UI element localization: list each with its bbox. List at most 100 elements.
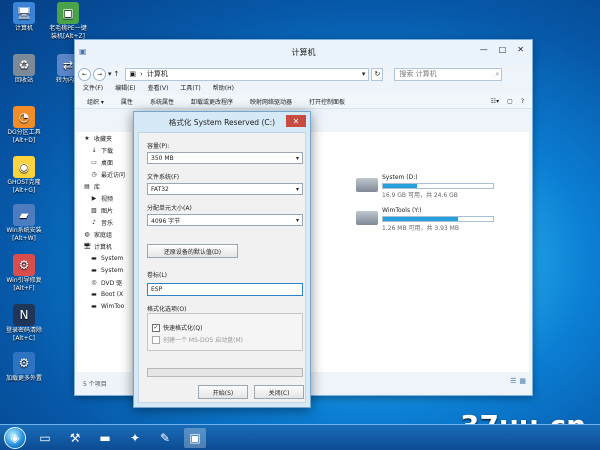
nav-item-label: 音乐 (101, 219, 114, 227)
maximize-icon[interactable]: □ (499, 45, 507, 54)
homegroup-icon: ◍ (84, 230, 90, 238)
desktop-shortcut[interactable]: ◉ GHOST克隆 [Alt+G] (0, 156, 48, 195)
nav-item-label: 下载 (101, 147, 114, 155)
nav-item[interactable]: ▬ System (77, 264, 132, 276)
allocation-unit-select[interactable]: 4096 字节 ▾ (147, 214, 303, 226)
nav-item[interactable]: ▬ Boot (X (77, 288, 132, 300)
empty-checkbox-icon (152, 335, 160, 344)
allocation-unit-label: 分配单元大小(A) (147, 205, 192, 212)
toolbar-button[interactable]: 映射网络驱动器 (250, 97, 292, 106)
forward-arrow-icon: → (96, 70, 103, 78)
desktop-shortcut[interactable]: N 登录密码清除 [Alt+C] (0, 304, 48, 343)
nav-item[interactable]: ♪ 音乐 (77, 216, 132, 228)
msdos-startup-label: 创建一个 MS-DOS 启动盘(M) (163, 337, 243, 344)
download-icon: ↓ (91, 146, 97, 154)
desktop-shortcut[interactable]: ⚙ 加载更多外置 (0, 352, 48, 383)
refresh-button[interactable]: ↻ (371, 67, 384, 81)
address-field[interactable]: ▣ › 计算机 ▾ (125, 67, 370, 81)
quick-format-checkbox[interactable]: ✓ 快速格式化(Q) (152, 323, 202, 332)
nav-item[interactable]: ▬ WimToo (77, 300, 132, 312)
toolbar-button[interactable]: 卸载或更改程序 (191, 97, 233, 106)
desktop-shortcut[interactable]: ▰ Win系统安装 [Alt+W] (0, 204, 48, 243)
file-system-value: FAT32 (151, 185, 169, 193)
nav-item[interactable]: ▭ 桌面 (77, 156, 132, 168)
shortcut-label: 加载更多外置 (5, 375, 42, 382)
shortcut-label: 登录密码清除 (5, 327, 42, 334)
usage-bar (382, 216, 494, 222)
volume-label-input[interactable]: ESP (147, 283, 303, 296)
forward-button[interactable]: → (93, 67, 106, 81)
desktop-shortcut[interactable]: ⚙ Win引导修复 [Alt+F] (0, 254, 48, 293)
close-button[interactable]: 关闭(C) (254, 385, 304, 399)
view-options-icon[interactable]: ☷▾ (491, 98, 499, 105)
drive-name: WimTools (Y:) (382, 207, 422, 214)
desktop-shortcut[interactable]: 🖥 计算机 (0, 2, 48, 33)
address-dropdown-icon[interactable]: ▾ (362, 70, 366, 78)
restore-defaults-button[interactable]: 还原设备的默认值(D) (147, 244, 238, 258)
nav-item[interactable]: ◎ DVD 驱 (77, 276, 132, 288)
toolbar-button[interactable]: 组织 ▾ (87, 97, 104, 106)
minimize-icon[interactable]: — (480, 45, 488, 54)
status-view-controls: ☰ ▦ (510, 377, 526, 385)
desktop-shortcut[interactable]: ▣ 老毛桃PE一键 装机[Alt+Z] (44, 2, 92, 41)
close-icon: ✕ (292, 116, 300, 126)
desktop-shortcut[interactable]: ◔ DG分区工具 [Alt+D] (0, 106, 48, 145)
details-view-icon[interactable]: ☰ (510, 377, 516, 385)
file-system-label: 文件系统(F) (147, 174, 180, 181)
help-icon[interactable]: ? (521, 98, 524, 105)
usage-fill (383, 184, 418, 188)
nav-item[interactable]: ▶ 视频 (77, 192, 132, 204)
apps-icon[interactable]: ✦ (124, 428, 146, 448)
computer-icon: 🖥 (13, 2, 35, 24)
explorer-title-bar: ▣ 计算机 — □ ✕ (75, 40, 532, 65)
notepad-icon[interactable]: ✎ (154, 428, 176, 448)
toolbar-button[interactable]: 打开控制面板 (309, 97, 345, 106)
recent-pages-icon[interactable]: ▾ (108, 70, 112, 78)
drive-item-wimtools-y[interactable]: WimTools (Y:) 1.26 MB 可用，共 3.93 MB (356, 207, 494, 232)
shortcut-label: DG分区工具 (7, 129, 41, 136)
menu-item[interactable]: 工具(T) (180, 83, 200, 95)
nav-item[interactable]: 🖥 计算机 (77, 240, 132, 252)
toolbar-right: ☷▾ ▢ ? (491, 98, 524, 105)
dialog-close-button[interactable]: ✕ (286, 115, 306, 127)
drive-space: 1.26 MB 可用，共 3.93 MB (382, 225, 459, 232)
nav-item[interactable]: ◍ 家庭组 (77, 228, 132, 240)
shortcut-label: 老毛桃PE一键 (49, 25, 87, 32)
format-progress-bar (147, 368, 303, 377)
capacity-select[interactable]: 350 MB ▾ (147, 152, 303, 164)
picture-icon: ▧ (91, 206, 97, 214)
menu-item[interactable]: 帮助(H) (213, 83, 234, 95)
start-button[interactable]: 开始(S) (198, 385, 248, 399)
nav-item[interactable]: ▬ System (77, 252, 132, 264)
drive-item-system-d[interactable]: System (D:) 16.9 GB 可用，共 24.6 GB (356, 174, 494, 199)
back-button[interactable]: ← (78, 67, 91, 81)
preview-pane-icon[interactable]: ▢ (507, 98, 513, 105)
menu-item[interactable]: 编辑(E) (115, 83, 135, 95)
desktop-shortcut[interactable]: ♻ 回收站 (0, 54, 48, 85)
menu-item[interactable]: 查看(V) (148, 83, 169, 95)
nav-item[interactable]: ▤ 库 (77, 180, 132, 192)
toolbar-button[interactable]: 系统属性 (150, 97, 174, 106)
menu-item[interactable]: 文件(F) (83, 83, 103, 95)
nav-item-label: 视频 (101, 195, 114, 203)
library-icon: ▤ (84, 182, 90, 190)
load-more-icon: ⚙ (13, 352, 35, 374)
drive-icon: ▬ (91, 302, 97, 310)
dialog-title: 格式化 System Reserved (C:) (168, 117, 276, 127)
close-icon[interactable]: ✕ (517, 45, 524, 54)
recent-icon: ◷ (91, 170, 97, 178)
explorer-icon[interactable]: ▣ (184, 427, 206, 448)
drive-icon[interactable]: ▬ (94, 428, 116, 448)
tiles-view-icon[interactable]: ▦ (519, 377, 526, 385)
folder-icon[interactable]: ▭ (34, 428, 56, 448)
start-orb-icon[interactable]: ◈ (4, 426, 26, 449)
search-box[interactable]: 搜索 计算机 ⌕ (394, 67, 503, 81)
nav-item[interactable]: ↓ 下载 (77, 144, 132, 156)
file-system-select[interactable]: FAT32 ▾ (147, 183, 303, 195)
nav-item[interactable]: ★ 收藏夹 (77, 132, 132, 144)
nav-item[interactable]: ◷ 最近访问 (77, 168, 132, 180)
nav-item[interactable]: ▧ 图片 (77, 204, 132, 216)
up-arrow-icon[interactable]: ↑ (114, 70, 120, 78)
toolbar-button[interactable]: 属性 (121, 97, 133, 106)
tools-icon[interactable]: ⚒ (64, 428, 86, 448)
